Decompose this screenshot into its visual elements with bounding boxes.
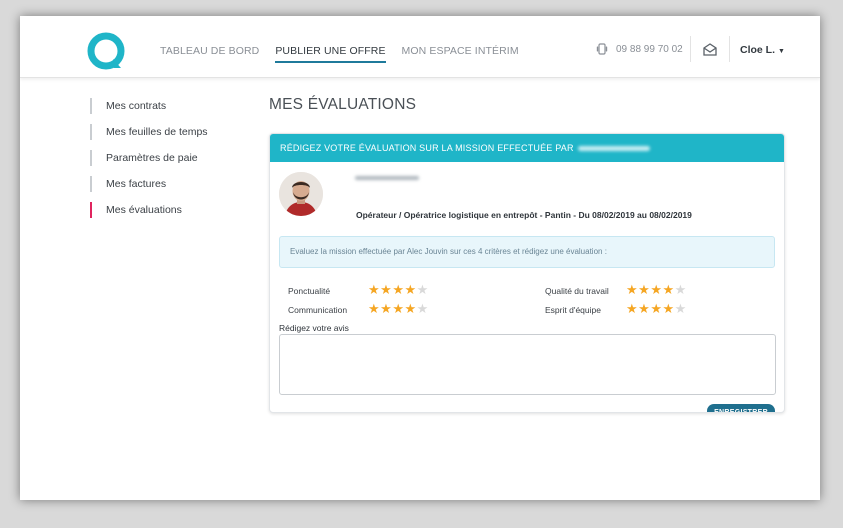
star-empty-icon[interactable]: ★: [675, 301, 687, 316]
star-filled-icon[interactable]: ★: [380, 301, 392, 316]
sidebar-item-mes-factures[interactable]: Mes factures: [90, 176, 250, 202]
sidebar-item-parametres-de-paie[interactable]: Paramètres de paie: [90, 150, 250, 176]
star-filled-icon[interactable]: ★: [650, 282, 662, 297]
star-filled-icon[interactable]: ★: [638, 301, 650, 316]
phone-number: 09 88 99 70 02: [616, 43, 683, 55]
star-filled-icon[interactable]: ★: [368, 301, 380, 316]
main-nav: TABLEAU DE BORD PUBLIER UNE OFFRE MON ES…: [160, 16, 535, 78]
criterion-label: Qualité du travail: [545, 286, 609, 296]
sidebar-item-mes-contrats[interactable]: Mes contrats: [90, 98, 250, 124]
nav-mon-espace-interim[interactable]: MON ESPACE INTÉRIM: [402, 16, 519, 78]
chevron-down-icon: ▼: [778, 48, 785, 55]
evaluation-card: RÉDIGEZ VOTRE ÉVALUATION SUR LA MISSION …: [269, 133, 785, 413]
header-divider: [690, 36, 691, 62]
star-filled-icon[interactable]: ★: [650, 301, 662, 316]
sidebar-item-mes-evaluations[interactable]: Mes évaluations: [90, 202, 250, 228]
blurred-agency: [355, 176, 419, 180]
nav-tableau-de-bord[interactable]: TABLEAU DE BORD: [160, 16, 259, 78]
rating-stars-qualite[interactable]: ★★★★★: [626, 283, 687, 296]
user-menu[interactable]: Cloe L. ▼: [740, 44, 785, 56]
star-filled-icon[interactable]: ★: [368, 282, 380, 297]
criterion-label: Ponctualité: [288, 286, 331, 296]
criterion-label: Esprit d'équipe: [545, 305, 601, 315]
star-filled-icon[interactable]: ★: [404, 301, 416, 316]
top-header: TABLEAU DE BORD PUBLIER UNE OFFRE MON ES…: [20, 16, 820, 78]
avatar: [279, 172, 323, 216]
info-box: Evaluez la mission effectuée par Alec Jo…: [279, 236, 775, 268]
star-filled-icon[interactable]: ★: [392, 282, 404, 297]
criterion-label: Communication: [288, 305, 348, 315]
star-filled-icon[interactable]: ★: [392, 301, 404, 316]
rating-stars-esprit-equipe[interactable]: ★★★★★: [626, 302, 687, 315]
sidebar: Mes contrats Mes feuilles de temps Param…: [90, 98, 250, 228]
rating-stars-communication[interactable]: ★★★★★: [368, 302, 429, 315]
star-filled-icon[interactable]: ★: [380, 282, 392, 297]
app-logo[interactable]: [87, 32, 127, 72]
star-filled-icon[interactable]: ★: [662, 282, 674, 297]
card-header-text: RÉDIGEZ VOTRE ÉVALUATION SUR LA MISSION …: [280, 143, 574, 153]
phone-icon: [596, 43, 608, 55]
review-textarea[interactable]: [279, 334, 776, 395]
page-title: MES ÉVALUATIONS: [269, 96, 417, 113]
star-empty-icon[interactable]: ★: [675, 282, 687, 297]
sidebar-item-mes-feuilles-de-temps[interactable]: Mes feuilles de temps: [90, 124, 250, 150]
star-empty-icon[interactable]: ★: [417, 282, 429, 297]
mail-icon[interactable]: [702, 42, 718, 58]
nav-publier-une-offre[interactable]: PUBLIER UNE OFFRE: [275, 16, 386, 78]
header-divider: [729, 36, 730, 62]
user-name: Cloe L.: [740, 44, 776, 56]
card-header: RÉDIGEZ VOTRE ÉVALUATION SUR LA MISSION …: [270, 134, 784, 162]
star-filled-icon[interactable]: ★: [626, 282, 638, 297]
blurred-name: [577, 146, 650, 152]
star-empty-icon[interactable]: ★: [417, 301, 429, 316]
star-filled-icon[interactable]: ★: [626, 301, 638, 316]
app-window: TABLEAU DE BORD PUBLIER UNE OFFRE MON ES…: [20, 16, 820, 500]
star-filled-icon[interactable]: ★: [404, 282, 416, 297]
rating-stars-ponctualite[interactable]: ★★★★★: [368, 283, 429, 296]
star-filled-icon[interactable]: ★: [662, 301, 674, 316]
phone-contact[interactable]: 09 88 99 70 02: [596, 43, 683, 55]
save-button[interactable]: ENREGISTRER: [707, 404, 775, 412]
star-filled-icon[interactable]: ★: [638, 282, 650, 297]
mission-title: Opérateur / Opératrice logistique en ent…: [356, 210, 692, 220]
review-label: Rédigez votre avis: [279, 323, 349, 333]
